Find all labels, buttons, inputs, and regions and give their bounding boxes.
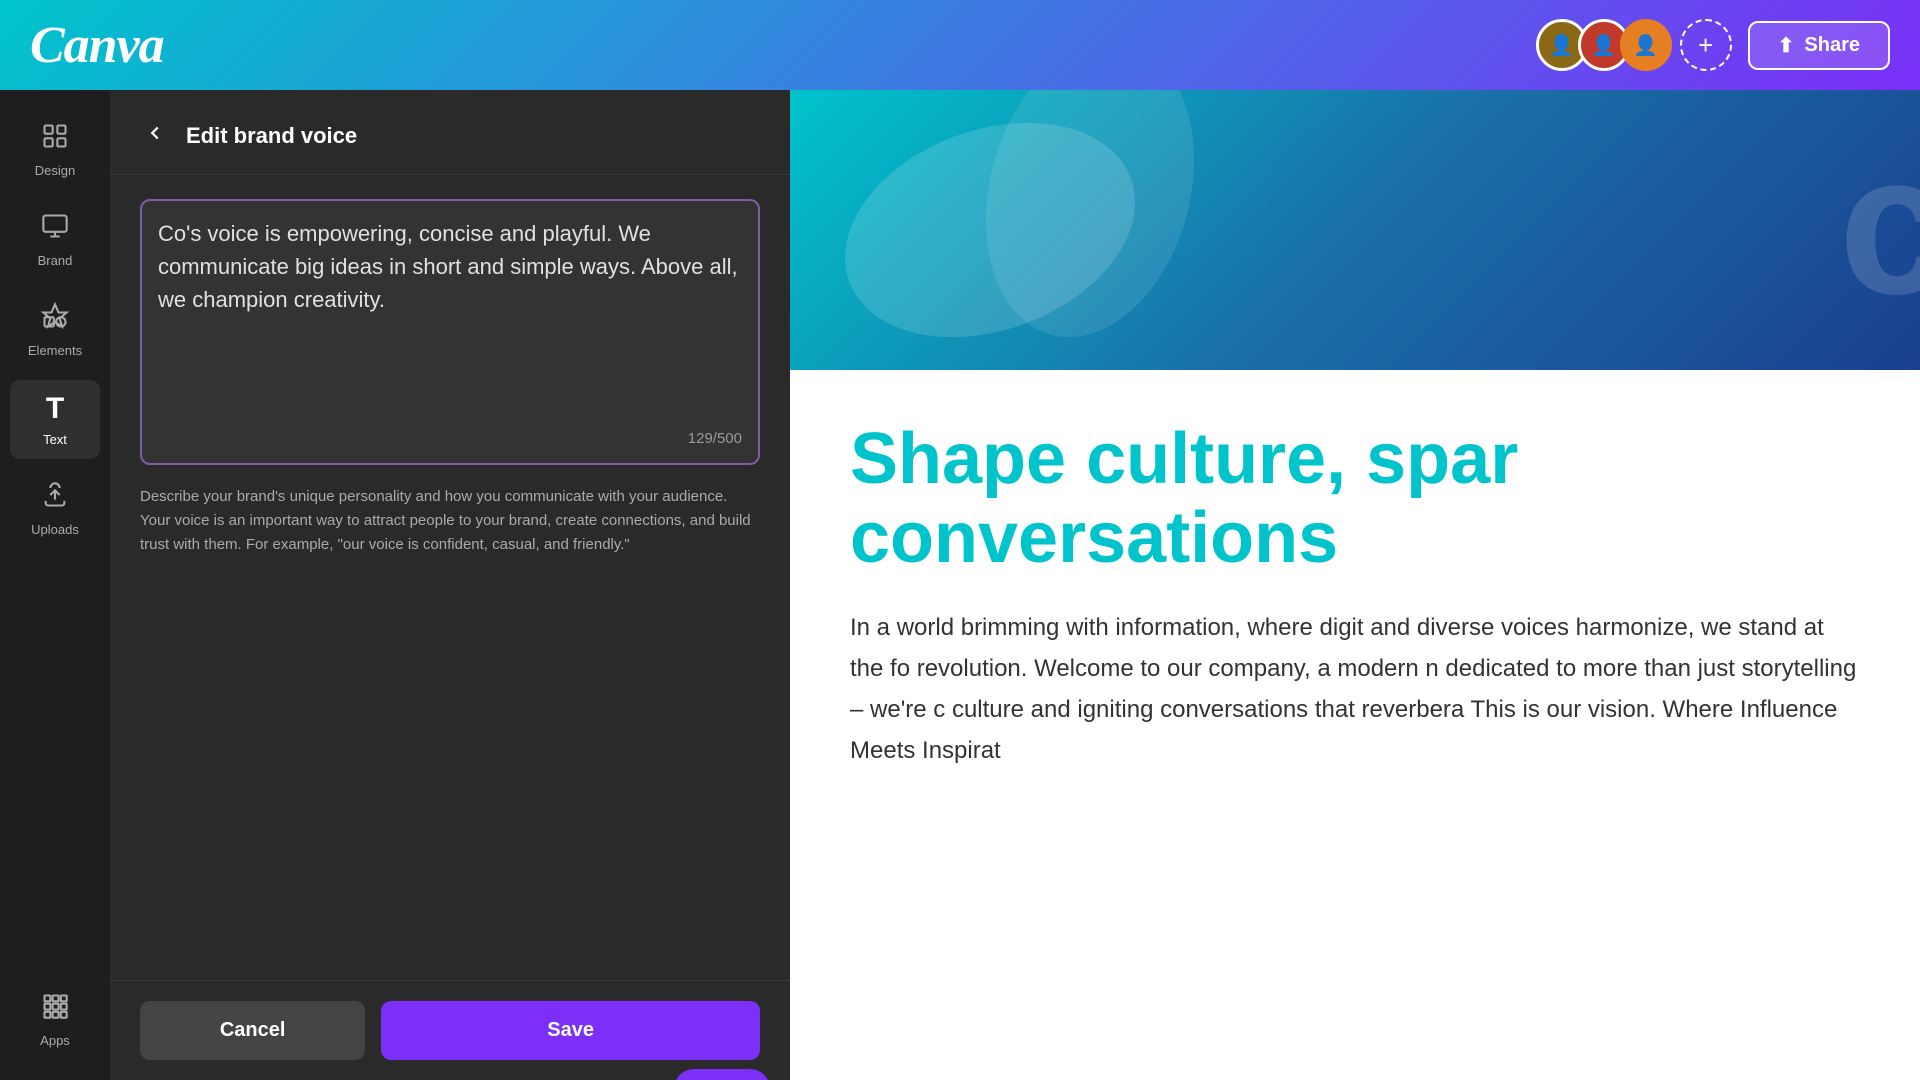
share-icon: ⬆ [1778, 33, 1795, 58]
elements-icon [41, 302, 69, 337]
uploads-label: Uploads [31, 522, 79, 537]
elements-label: Elements [28, 343, 82, 358]
avatar-3[interactable]: 👤 [1620, 19, 1672, 71]
canvas-area: c Shape culture, spar conversations In a… [790, 90, 1920, 1080]
apps-icon [41, 992, 69, 1027]
sidebar-item-design[interactable]: Design [10, 110, 100, 190]
back-button[interactable] [140, 118, 170, 154]
canvas-content: Shape culture, spar conversations In a w… [790, 370, 1920, 822]
sidebar-item-apps[interactable]: Apps [10, 980, 100, 1060]
apps-label: Apps [40, 1033, 70, 1048]
design-label: Design [35, 163, 75, 178]
voice-textarea-wrapper: 129/500 [140, 199, 760, 465]
brand-icon [41, 212, 69, 247]
sidebar-item-brand[interactable]: Brand [10, 200, 100, 280]
canvas-hero-image: c [790, 90, 1920, 370]
design-icon [41, 122, 69, 157]
sidebar: Design Brand Elements [0, 90, 110, 1080]
watermark-letter: c [1839, 110, 1920, 340]
voice-description: Describe your brand's unique personality… [140, 485, 760, 557]
canva-logo: Canva [30, 16, 164, 75]
main-area: Design Brand Elements [0, 90, 1920, 1080]
brand-label: Brand [38, 253, 73, 268]
save-button[interactable]: Save [381, 1001, 760, 1060]
uploads-icon [41, 481, 69, 516]
share-button[interactable]: ⬆ Share [1748, 21, 1890, 70]
sidebar-item-elements[interactable]: Elements [10, 290, 100, 370]
text-label: Text [43, 432, 67, 447]
text-icon: T [46, 392, 64, 426]
sidebar-item-uploads[interactable]: Uploads [10, 469, 100, 549]
edit-brand-voice-panel: Edit brand voice 129/500 Describe your b… [110, 90, 790, 1080]
amara-tooltip: Amara [674, 1069, 770, 1080]
brand-voice-textarea[interactable] [158, 217, 742, 417]
canvas-headline: Shape culture, spar conversations [850, 420, 1860, 578]
share-label: Share [1804, 34, 1860, 57]
canvas-body-text: In a world brimming with information, wh… [850, 608, 1860, 771]
sidebar-item-text[interactable]: T Text [10, 380, 100, 459]
header-actions: 👤 👤 👤 + ⬆ Share [1536, 19, 1890, 71]
panel-title: Edit brand voice [186, 123, 357, 149]
cancel-button[interactable]: Cancel [140, 1001, 365, 1060]
char-count: 129/500 [158, 430, 742, 447]
header: Canva 👤 👤 👤 + ⬆ Share [0, 0, 1920, 90]
panel-footer: Cancel Save Amara [110, 980, 790, 1080]
save-button-wrapper: Save Amara [381, 1001, 760, 1060]
add-collaborator-button[interactable]: + [1680, 19, 1732, 71]
panel-header: Edit brand voice [110, 90, 790, 175]
collaborator-avatars: 👤 👤 👤 + [1536, 19, 1732, 71]
panel-body: 129/500 Describe your brand's unique per… [110, 175, 790, 980]
canvas-document: c Shape culture, spar conversations In a… [790, 90, 1920, 1080]
